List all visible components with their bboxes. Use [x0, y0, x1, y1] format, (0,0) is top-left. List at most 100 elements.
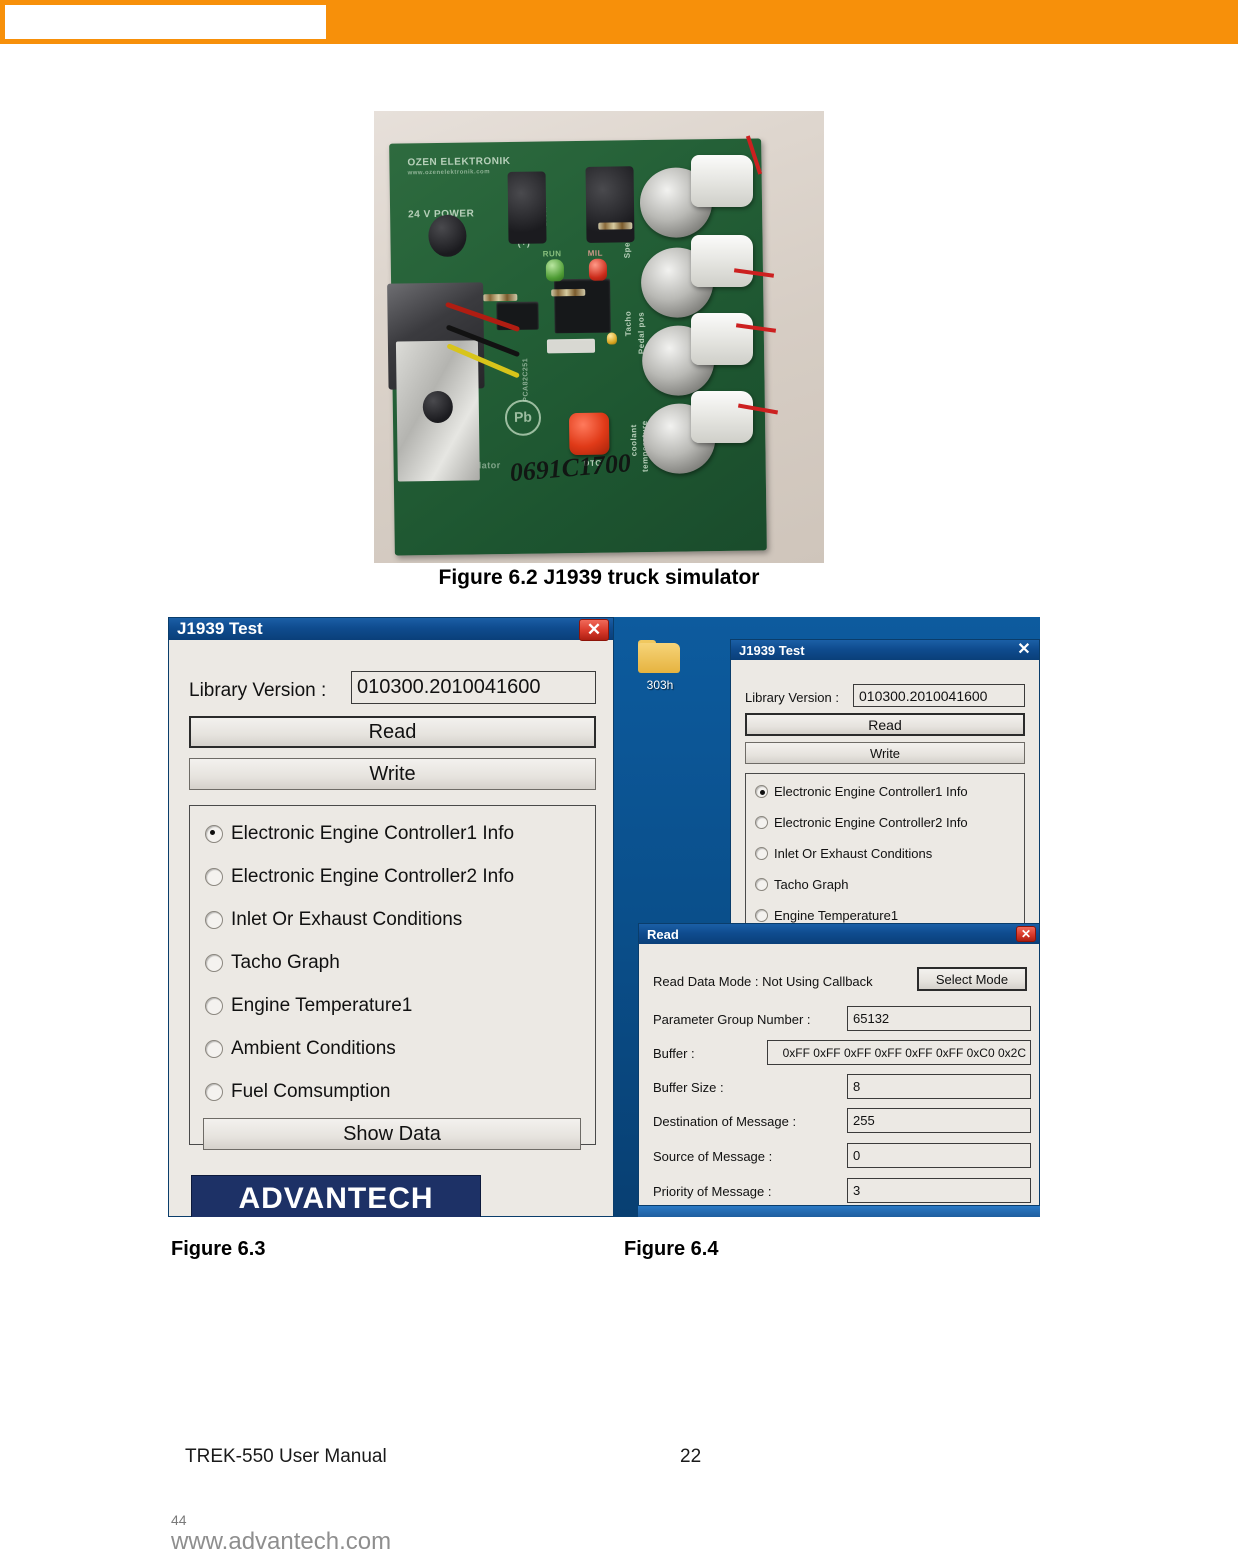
radio-icon: [205, 997, 223, 1015]
silk-ic-pca: PCA82C251: [522, 357, 530, 402]
radio-label: Engine Temperature1: [231, 995, 413, 1016]
field-label-source: Source of Message :: [653, 1149, 773, 1164]
radio-label: Tacho Graph: [774, 877, 849, 892]
figure-64-caption: Figure 6.4: [624, 1238, 719, 1260]
radio-option-2[interactable]: Inlet Or Exhaust Conditions: [755, 846, 932, 861]
close-icon[interactable]: ✕: [1015, 640, 1033, 660]
field-value-priority[interactable]: 3: [847, 1178, 1031, 1203]
pcb-resistor-3: [598, 222, 633, 230]
pcb-led-mil: [588, 258, 608, 281]
pcb-electrolytic-cap-2: [585, 166, 635, 243]
close-icon[interactable]: ✕: [579, 619, 609, 641]
write-button[interactable]: Write: [745, 742, 1025, 764]
desktop-folder-303h[interactable]: 303h: [623, 640, 697, 692]
radio-label: Electronic Engine Controller1 Info: [231, 823, 515, 844]
library-version-field[interactable]: 010300.2010041600: [351, 671, 596, 704]
field-label-priority: Priority of Message :: [653, 1184, 772, 1199]
radio-label: Ambient Conditions: [231, 1038, 396, 1059]
pcb-pb-free-icon: Pb: [504, 399, 542, 437]
pcb-knob-2: [691, 235, 753, 287]
manual-page-number: 22: [680, 1446, 702, 1467]
field-label-pgn: Parameter Group Number :: [653, 1012, 811, 1027]
radio-icon: [205, 825, 223, 843]
header-white-box: [4, 4, 327, 40]
select-mode-button[interactable]: Select Mode: [917, 967, 1027, 991]
radio-option-0[interactable]: Electronic Engine Controller1 Info: [205, 823, 514, 845]
folder-icon: [638, 640, 682, 674]
radio-icon: [205, 868, 223, 886]
radio-icon: [755, 878, 768, 891]
field-label-buffer-size: Buffer Size :: [653, 1080, 724, 1095]
window-title-text: Read: [647, 926, 679, 942]
pcb-knob-3: [691, 313, 753, 365]
read-data-mode-label: Read Data Mode : Not Using Callback: [653, 974, 873, 989]
silk-run: RUN: [542, 249, 562, 259]
radio-option-3[interactable]: Tacho Graph: [205, 952, 340, 974]
field-value-buffer[interactable]: 0xFF 0xFF 0xFF 0xFF 0xFF 0xFF 0xC0 0x2C: [767, 1040, 1031, 1065]
radio-label: Fuel Comsumption: [231, 1081, 391, 1102]
window-titlebar[interactable]: Read ✕: [639, 924, 1039, 944]
silk-pot-coolant1: coolant: [629, 424, 639, 457]
window-read: Read ✕ Read Data Mode : Not Using Callba…: [638, 923, 1040, 1206]
show-data-button[interactable]: Show Data: [203, 1118, 581, 1150]
page-header-band: [0, 0, 1238, 44]
radio-option-2[interactable]: Inlet Or Exhaust Conditions: [205, 909, 462, 931]
radio-option-6[interactable]: Fuel Comsumption: [205, 1081, 390, 1103]
radio-option-5[interactable]: Ambient Conditions: [205, 1038, 396, 1060]
radio-label: Engine Temperature1: [774, 908, 899, 923]
screenshot-composite: 303h J1939 Test ✕ Library Version : 0103…: [168, 617, 1040, 1217]
pcb-electrolytic-cap-1: [507, 171, 547, 244]
pcb-resistor-1: [483, 293, 518, 302]
read-button[interactable]: Read: [189, 716, 596, 748]
pcb-led-run: [545, 259, 565, 282]
window-title-text: J1939 Test: [177, 619, 263, 638]
library-version-field[interactable]: 010300.2010041600: [853, 684, 1025, 707]
window-titlebar[interactable]: J1939 Test ✕: [169, 618, 613, 641]
window-title-text: J1939 Test: [739, 642, 805, 658]
pcb-ic-mcu: [554, 278, 611, 334]
pcb-knob-1: [691, 155, 753, 207]
pcb-trimmer-1: [428, 214, 467, 258]
field-value-buffer-size[interactable]: 8: [847, 1074, 1031, 1099]
close-icon[interactable]: ✕: [1016, 926, 1036, 942]
radio-option-1[interactable]: Electronic Engine Controller2 Info: [755, 815, 968, 830]
radio-icon: [205, 1040, 223, 1058]
radio-label: Electronic Engine Controller2 Info: [774, 815, 968, 830]
library-version-label: Library Version :: [189, 680, 327, 701]
library-version-label: Library Version :: [745, 690, 839, 705]
radio-icon: [205, 1083, 223, 1101]
window-titlebar[interactable]: J1939 Test ✕: [731, 640, 1039, 660]
write-button[interactable]: Write: [189, 758, 596, 790]
radio-option-0[interactable]: Electronic Engine Controller1 Info: [755, 784, 968, 799]
read-button[interactable]: Read: [745, 713, 1025, 736]
pcb-handwritten-marking: 0691C1700: [508, 448, 632, 488]
silk-mil: MIL: [587, 248, 604, 258]
radio-icon: [205, 954, 223, 972]
radio-label: Inlet Or Exhaust Conditions: [231, 909, 463, 930]
pcb-led-aux: [606, 332, 617, 345]
silk-brand: OZEN ELEKTRONIK: [407, 155, 511, 169]
radio-icon: [755, 785, 768, 798]
radio-label: Electronic Engine Controller1 Info: [774, 784, 968, 799]
folder-label: 303h: [646, 678, 674, 692]
radio-icon: [755, 816, 768, 829]
figure-62-caption: Figure 6.2 J1939 truck simulator: [438, 566, 760, 589]
radio-option-1[interactable]: Electronic Engine Controller2 Info: [205, 866, 514, 888]
field-value-pgn[interactable]: 65132: [847, 1006, 1031, 1031]
radio-icon: [755, 847, 768, 860]
pcb-knob-4: [691, 391, 753, 443]
field-value-destination[interactable]: 255: [847, 1108, 1031, 1133]
radio-label: Electronic Engine Controller2 Info: [231, 866, 515, 887]
field-label-destination: Destination of Message :: [653, 1114, 797, 1129]
field-value-source[interactable]: 0: [847, 1143, 1031, 1168]
radio-label: Tacho Graph: [231, 952, 340, 973]
pcb-dtc-button: [568, 412, 610, 456]
radio-option-4[interactable]: Engine Temperature1: [205, 995, 412, 1017]
radio-option-3[interactable]: Tacho Graph: [755, 877, 848, 892]
silk-pot-tacho: Tacho: [623, 310, 633, 337]
radio-option-4[interactable]: Engine Temperature1: [755, 908, 898, 923]
advantech-logo: ADVANTECH: [191, 1175, 481, 1217]
radio-icon: [205, 911, 223, 929]
figure-63-caption: Figure 6.3: [171, 1238, 266, 1260]
radio-label: Inlet Or Exhaust Conditions: [774, 846, 933, 861]
